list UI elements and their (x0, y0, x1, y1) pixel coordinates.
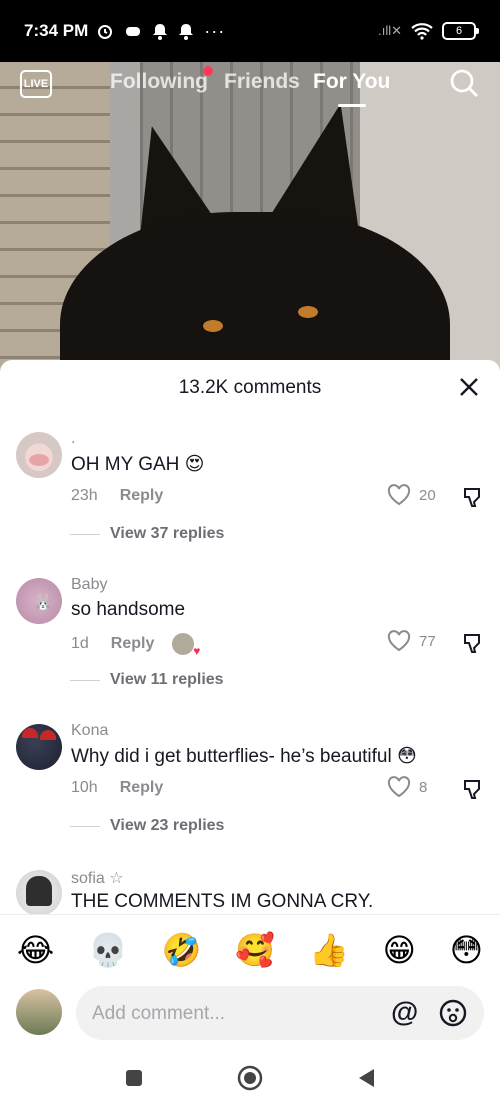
comment-time: 1d (71, 635, 89, 652)
avatar[interactable] (16, 724, 62, 770)
heart-icon (387, 484, 411, 506)
alarm-icon (98, 25, 113, 39)
like-count: 20 (419, 486, 436, 504)
search-icon[interactable] (448, 67, 480, 99)
comment-item: sofia ☆ THE COMMENTS IM GONNA CRY. (0, 868, 500, 914)
emoji-button[interactable]: 😁 (383, 931, 416, 969)
comment-meta: 10h Reply (71, 779, 163, 797)
status-bar: 7:34 PM ··· .ıll✕ 6 (0, 0, 500, 62)
like-count: 8 (419, 778, 428, 796)
comment-meta: 23h Reply (71, 487, 163, 505)
more-icon: ··· (204, 20, 226, 41)
comment-item: . OH MY GAH 😍 23h Reply 20 View 37 repli… (0, 430, 500, 580)
live-label: LIVE (23, 78, 49, 90)
comment-meta: 1d Reply ♥ (71, 633, 200, 658)
battery-level: 6 (455, 25, 463, 37)
avatar[interactable] (16, 870, 62, 914)
like-button[interactable]: 20 (387, 484, 436, 506)
back-icon[interactable] (356, 1067, 376, 1089)
battery-icon: 6 (442, 22, 479, 40)
system-nav-bar (0, 1044, 500, 1112)
comment-item: Kona Why did i get butterflies- he’s bea… (0, 722, 500, 872)
avatar[interactable] (16, 432, 62, 478)
dislike-icon[interactable] (462, 486, 484, 508)
divider-line (70, 679, 100, 681)
comment-input-placeholder: Add comment... (92, 1003, 226, 1024)
notification-dot (203, 66, 213, 76)
creator-liked-avatar: ♥ (172, 633, 200, 658)
active-tab-indicator (338, 104, 366, 107)
top-nav: LIVE Following Friends For You (0, 62, 500, 112)
heart-icon (387, 776, 411, 798)
emoji-button[interactable]: 🤣 (162, 931, 202, 969)
view-replies-label: View 23 replies (110, 817, 225, 834)
like-button[interactable]: 77 (387, 630, 436, 652)
tab-friends[interactable]: Friends (224, 70, 300, 94)
emoji-button[interactable]: 😂 (17, 931, 54, 969)
emoji-quick-bar: 😂 💀 🤣 🥰 👍 😁 😳 (0, 914, 500, 984)
mention-icon[interactable]: @ (391, 996, 418, 1028)
bell-icon (153, 24, 168, 40)
home-icon[interactable] (236, 1064, 264, 1092)
comment-username[interactable]: Baby (71, 576, 107, 594)
comment-username[interactable]: Kona (71, 722, 108, 740)
dog-eye-right (298, 306, 318, 318)
wifi-icon (411, 23, 433, 40)
like-count: 77 (419, 632, 436, 650)
comment-item: 🐰 Baby so handsome 1d Reply ♥ 77 View 11… (0, 576, 500, 726)
reply-button[interactable]: Reply (111, 635, 155, 653)
reply-button[interactable]: Reply (120, 779, 164, 797)
comment-text: so handsome (71, 599, 186, 620)
comment-time: 23h (71, 487, 98, 504)
emoji-button[interactable]: 💀 (88, 931, 128, 969)
status-time: 7:34 PM (24, 21, 89, 40)
emoji-button[interactable]: 👍 (309, 931, 349, 969)
heart-icon: ♥ (193, 644, 201, 658)
divider-line (70, 825, 100, 827)
comment-text: OH MY GAH 😍 (71, 454, 205, 475)
view-replies-label: View 11 replies (110, 671, 224, 688)
avatar[interactable]: 🐰 (16, 578, 62, 624)
comment-input[interactable]: Add comment... @ (76, 986, 484, 1040)
status-icons-left: ··· (96, 21, 225, 42)
gamepad-icon (126, 27, 141, 36)
dog-eye-left (203, 320, 223, 332)
dislike-icon[interactable] (462, 778, 484, 800)
close-icon[interactable] (456, 374, 482, 400)
comment-time: 10h (71, 779, 98, 796)
view-replies-label: View 37 replies (110, 525, 225, 542)
emoji-button[interactable]: 😳 (450, 931, 483, 969)
emoji-picker-icon[interactable] (438, 998, 468, 1028)
comment-text: THE COMMENTS IM GONNA CRY. (71, 891, 374, 912)
view-replies-button[interactable]: View 11 replies (70, 671, 224, 689)
tab-for-you[interactable]: For You (313, 70, 390, 94)
comment-username[interactable]: sofia ☆ (71, 868, 124, 888)
divider-line (70, 533, 100, 535)
emoji-button[interactable]: 🥰 (235, 931, 275, 969)
reply-button[interactable]: Reply (120, 487, 164, 505)
live-button[interactable]: LIVE (20, 70, 52, 98)
view-replies-button[interactable]: View 23 replies (70, 817, 224, 835)
status-icons-right: .ıll✕ 6 (378, 22, 479, 40)
signal-icon: .ıll✕ (378, 23, 402, 38)
comment-username[interactable]: . (71, 430, 75, 448)
comment-input-row: Add comment... @ (0, 984, 500, 1044)
comment-text: Why did i get butterflies- he’s beautifu… (71, 746, 417, 767)
comments-header: 13.2K comments (0, 360, 500, 416)
tab-following[interactable]: Following (110, 70, 208, 94)
dislike-icon[interactable] (462, 632, 484, 654)
heart-icon (387, 630, 411, 652)
bell-icon-2 (179, 24, 194, 40)
recents-icon[interactable] (124, 1068, 144, 1088)
like-button[interactable]: 8 (387, 776, 427, 798)
comments-title: 13.2K comments (178, 377, 322, 398)
my-avatar (16, 989, 62, 1035)
view-replies-button[interactable]: View 37 replies (70, 525, 224, 543)
